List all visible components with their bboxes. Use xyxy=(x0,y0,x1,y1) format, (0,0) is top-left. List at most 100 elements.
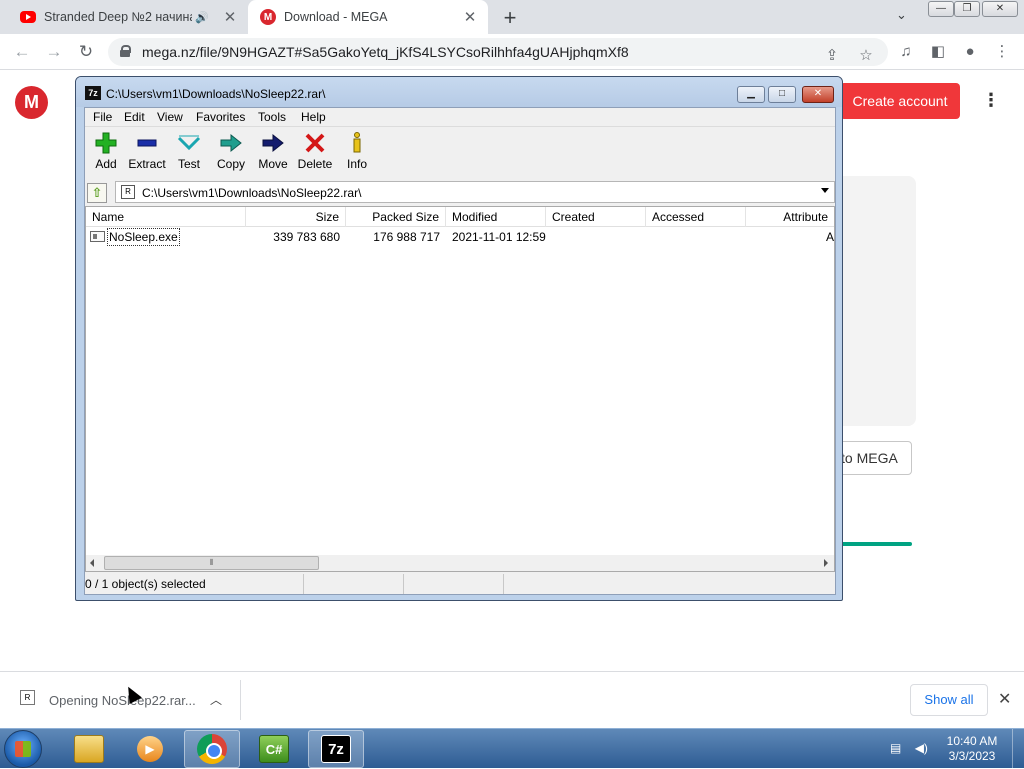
rar-file-icon: R xyxy=(20,690,35,705)
column-size[interactable]: Size xyxy=(246,207,346,227)
taskbar-csharp[interactable]: C# xyxy=(246,730,302,768)
column-name[interactable]: Name xyxy=(86,207,246,227)
folder-up-icon[interactable]: ⇧ xyxy=(87,183,107,203)
window-minimize-button[interactable]: — xyxy=(928,1,954,17)
delete-button[interactable]: Delete xyxy=(294,129,336,177)
status-divider xyxy=(403,574,404,594)
path-combobox[interactable]: R C:\Users\vm1\Downloads\NoSleep22.rar\ xyxy=(115,181,835,203)
7zip-app-icon[interactable]: 7z xyxy=(85,86,101,100)
move-button[interactable]: Move xyxy=(252,129,294,177)
file-name[interactable]: NoSleep.exe xyxy=(107,228,180,246)
page-menu-icon[interactable]: ⋮ xyxy=(982,90,1000,111)
horizontal-scrollbar[interactable]: ⦀ xyxy=(86,555,834,571)
menu-file[interactable]: File xyxy=(93,110,112,124)
file-size: 339 783 680 xyxy=(273,230,340,244)
back-arrow-icon[interactable]: ← xyxy=(10,40,34,64)
column-packed-size[interactable]: Packed Size xyxy=(346,207,446,227)
media-control-icon[interactable]: ♫ xyxy=(896,42,916,62)
menu-view[interactable]: View xyxy=(157,110,183,124)
column-modified[interactable]: Modified xyxy=(446,207,546,227)
taskbar-7zip[interactable]: 7z xyxy=(308,730,364,768)
add-icon xyxy=(85,129,127,157)
extract-button[interactable]: Extract xyxy=(126,129,168,177)
mega-logo[interactable]: M xyxy=(15,86,48,119)
status-text: 0 / 1 object(s) selected xyxy=(85,577,206,591)
shelf-divider xyxy=(240,680,241,720)
7zip-menu-bar: File Edit View Favorites Tools Help xyxy=(85,108,835,126)
download-item-status[interactable]: Opening NoSleep22.rar... xyxy=(49,693,196,708)
network-icon[interactable]: ▤ xyxy=(890,741,901,755)
profile-avatar-icon[interactable]: ● xyxy=(960,42,980,62)
file-modified: 2021-11-01 12:59 xyxy=(452,230,546,244)
chevron-up-icon[interactable]: ︿ xyxy=(210,691,222,708)
address-bar[interactable]: mega.nz/file/9N9HGAZT#Sa5GakoYetq_jKfS4L… xyxy=(108,38,888,66)
show-desktop-button[interactable] xyxy=(1012,729,1024,769)
tab-youtube[interactable]: Stranded Deep №2 начинае 🔊 ✕ xyxy=(8,0,248,34)
7zip-client-area: File Edit View Favorites Tools Help Add … xyxy=(84,107,836,595)
menu-tools[interactable]: Tools xyxy=(258,110,286,124)
scroll-thumb[interactable]: ⦀ xyxy=(104,556,319,570)
file-packed-size: 176 988 717 xyxy=(373,230,440,244)
menu-favorites[interactable]: Favorites xyxy=(196,110,245,124)
add-label: Add xyxy=(95,157,117,171)
start-button[interactable] xyxy=(4,730,42,768)
window-close-button[interactable]: ✕ xyxy=(982,1,1018,17)
info-button[interactable]: Info xyxy=(336,129,378,177)
scroll-right-arrow-icon[interactable] xyxy=(824,559,828,567)
windows-taskbar: ▶ C# 7z ▤ ◀) 10:40 AM 3/3/2023 xyxy=(0,728,1024,769)
file-name-cell[interactable]: NoSleep.exe xyxy=(86,227,246,247)
copy-label: Copy xyxy=(216,157,245,171)
url-text: mega.nz/file/9N9HGAZT#Sa5GakoYetq_jKfS4L… xyxy=(142,44,629,60)
7zip-toolbar: Add Extract Test Copy Move Delete Info xyxy=(85,126,835,178)
7zip-close-button[interactable]: ✕ xyxy=(802,86,834,103)
move-label: Move xyxy=(258,157,288,171)
scroll-left-arrow-icon[interactable] xyxy=(90,559,94,567)
taskbar-explorer[interactable] xyxy=(61,730,117,768)
add-button[interactable]: Add xyxy=(85,129,127,177)
show-all-downloads-button[interactable]: Show all xyxy=(910,684,988,716)
bookmark-star-icon[interactable]: ☆ xyxy=(856,46,876,66)
tab-close-button[interactable]: ✕ xyxy=(220,8,240,26)
close-shelf-icon[interactable]: ✕ xyxy=(998,689,1011,709)
tab-mega[interactable]: M Download - MEGA ✕ xyxy=(248,0,488,34)
path-text: C:\Users\vm1\Downloads\NoSleep22.rar\ xyxy=(142,186,362,200)
share-icon[interactable]: ⇪ xyxy=(822,46,842,66)
file-attribute: A xyxy=(825,230,834,244)
file-preview-card xyxy=(836,176,916,426)
speaker-icon[interactable]: 🔊 xyxy=(192,11,212,24)
7zip-window: 7z C:\Users\vm1\Downloads\NoSleep22.rar\… xyxy=(75,76,843,601)
tab-close-button[interactable]: ✕ xyxy=(460,8,480,26)
volume-icon[interactable]: ◀) xyxy=(915,741,928,755)
file-row[interactable]: NoSleep.exe 339 783 680 176 988 717 2021… xyxy=(86,227,834,247)
tab-title: Stranded Deep №2 начинае xyxy=(44,10,192,24)
7zip-maximize-button[interactable]: □ xyxy=(768,86,796,103)
7zip-minimize-button[interactable]: ▁ xyxy=(737,86,765,103)
forward-arrow-icon[interactable]: → xyxy=(42,40,66,64)
clock[interactable]: 10:40 AM 3/3/2023 xyxy=(936,734,1008,764)
7zip-title-bar[interactable]: 7z C:\Users\vm1\Downloads\NoSleep22.rar\… xyxy=(76,77,842,107)
copy-button[interactable]: Copy xyxy=(210,129,252,177)
menu-help[interactable]: Help xyxy=(301,110,326,124)
column-created[interactable]: Created xyxy=(546,207,646,227)
file-list[interactable]: Name Size Packed Size Modified Created A… xyxy=(85,206,835,572)
taskbar-chrome[interactable] xyxy=(184,730,240,768)
reload-icon[interactable]: ↻ xyxy=(74,40,98,64)
dropdown-arrow-icon[interactable] xyxy=(821,188,829,193)
tab-search-chevron-icon[interactable]: ⌄ xyxy=(896,7,907,23)
folder-icon xyxy=(74,735,104,763)
chrome-menu-icon[interactable]: ⋮ xyxy=(992,42,1012,62)
download-progress-bar xyxy=(840,542,912,546)
lock-icon[interactable] xyxy=(120,45,131,57)
file-accessed xyxy=(646,227,746,247)
taskbar-media-player[interactable]: ▶ xyxy=(122,730,178,768)
side-panel-icon[interactable]: ◧ xyxy=(928,42,948,62)
column-accessed[interactable]: Accessed xyxy=(646,207,746,227)
window-restore-button[interactable]: ❐ xyxy=(954,1,980,17)
test-label: Test xyxy=(177,157,200,171)
test-button[interactable]: Test xyxy=(168,129,210,177)
create-account-button[interactable]: Create account xyxy=(840,83,960,119)
menu-edit[interactable]: Edit xyxy=(124,110,145,124)
new-tab-button[interactable]: + xyxy=(498,5,522,31)
status-divider xyxy=(503,574,504,594)
column-attribute[interactable]: Attribute xyxy=(746,207,834,227)
